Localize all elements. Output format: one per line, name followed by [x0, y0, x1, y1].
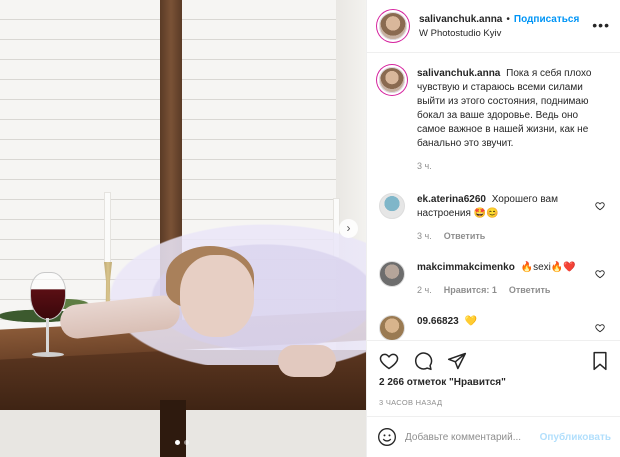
carousel-dot-active	[175, 440, 180, 445]
reply-button[interactable]: Ответить	[509, 283, 551, 297]
follow-button[interactable]: Подписаться	[514, 14, 579, 25]
send-icon[interactable]	[447, 351, 467, 371]
comment-time[interactable]: 3 ч.	[417, 229, 432, 243]
caption-time[interactable]: 3 ч.	[417, 159, 432, 173]
comment-like-heart-icon[interactable]	[595, 201, 605, 211]
comment-username[interactable]: makcimmakcimenko	[417, 262, 515, 273]
comment-username[interactable]: 09.66823	[417, 316, 459, 327]
smile-icon[interactable]	[377, 427, 397, 447]
add-comment-bar: Добавьте комментарий... Опубликовать	[367, 416, 620, 457]
comment-like-heart-icon[interactable]	[595, 323, 605, 333]
caption-avatar[interactable]	[379, 67, 405, 93]
carousel-dot	[184, 440, 189, 445]
comment-like-heart-icon[interactable]	[595, 269, 605, 279]
comment-time[interactable]: 2 ч.	[417, 283, 432, 297]
photo-table-leg	[160, 400, 186, 457]
comment-item: 09.66823 💛	[379, 315, 609, 340]
post-side-panel: salivanchuk.anna • Подписаться W Photost…	[366, 0, 620, 457]
reply-button[interactable]: Ответить	[444, 229, 486, 243]
photo-face	[180, 255, 254, 337]
post-location[interactable]: W Photostudio Kyiv	[419, 28, 579, 39]
comment-text: 🔥sexi🔥❤️	[520, 262, 576, 273]
bookmark-icon[interactable]	[591, 351, 609, 371]
carousel-next-button[interactable]: ›	[339, 219, 358, 238]
post-photo[interactable]: ›	[0, 0, 366, 457]
commenter-avatar[interactable]	[379, 315, 405, 340]
comment-username[interactable]: ek.aterina6260	[417, 194, 486, 205]
comment-icon[interactable]	[413, 351, 433, 371]
more-options-icon[interactable]: •••	[592, 17, 610, 33]
comment-input[interactable]: Добавьте комментарий...	[405, 432, 540, 443]
photo-wine-glass	[30, 272, 66, 320]
comment-item: makcimmakcimenko 🔥sexi🔥❤️ 2 ч. Нравится:…	[379, 261, 609, 297]
post-timestamp[interactable]: 3 ЧАСОВ НАЗАД	[379, 398, 442, 407]
comment-item: ek.aterina6260 Хорошего вам настроения 🤩…	[379, 193, 609, 243]
photo-wine-glass-base	[32, 352, 64, 357]
publish-button[interactable]: Опубликовать	[540, 432, 611, 443]
photo-hand	[278, 345, 336, 377]
commenter-avatar[interactable]	[379, 261, 405, 287]
author-username[interactable]: salivanchuk.anna	[419, 14, 502, 25]
author-avatar[interactable]	[379, 12, 407, 40]
caption: salivanchuk.anna Пока я себя плохо чувст…	[379, 67, 609, 173]
carousel-dots	[175, 440, 189, 445]
caption-text: Пока я себя плохо чувствую и стараюсь вс…	[417, 68, 592, 149]
caption-username[interactable]: salivanchuk.anna	[417, 68, 500, 79]
photo-wine-glass-stem	[46, 318, 49, 354]
heart-icon[interactable]	[379, 351, 399, 371]
post-actions-bar	[367, 340, 620, 380]
post-header: salivanchuk.anna • Подписаться W Photost…	[367, 0, 620, 53]
likes-count[interactable]: 2 266 отметок "Нравится"	[379, 377, 506, 388]
comment-text: 💛	[464, 316, 477, 327]
commenter-avatar[interactable]	[379, 193, 405, 219]
header-separator: •	[506, 13, 510, 25]
comments-list[interactable]: salivanchuk.anna Пока я себя плохо чувст…	[367, 53, 620, 340]
comment-likes-count[interactable]: Нравится: 1	[444, 283, 497, 297]
